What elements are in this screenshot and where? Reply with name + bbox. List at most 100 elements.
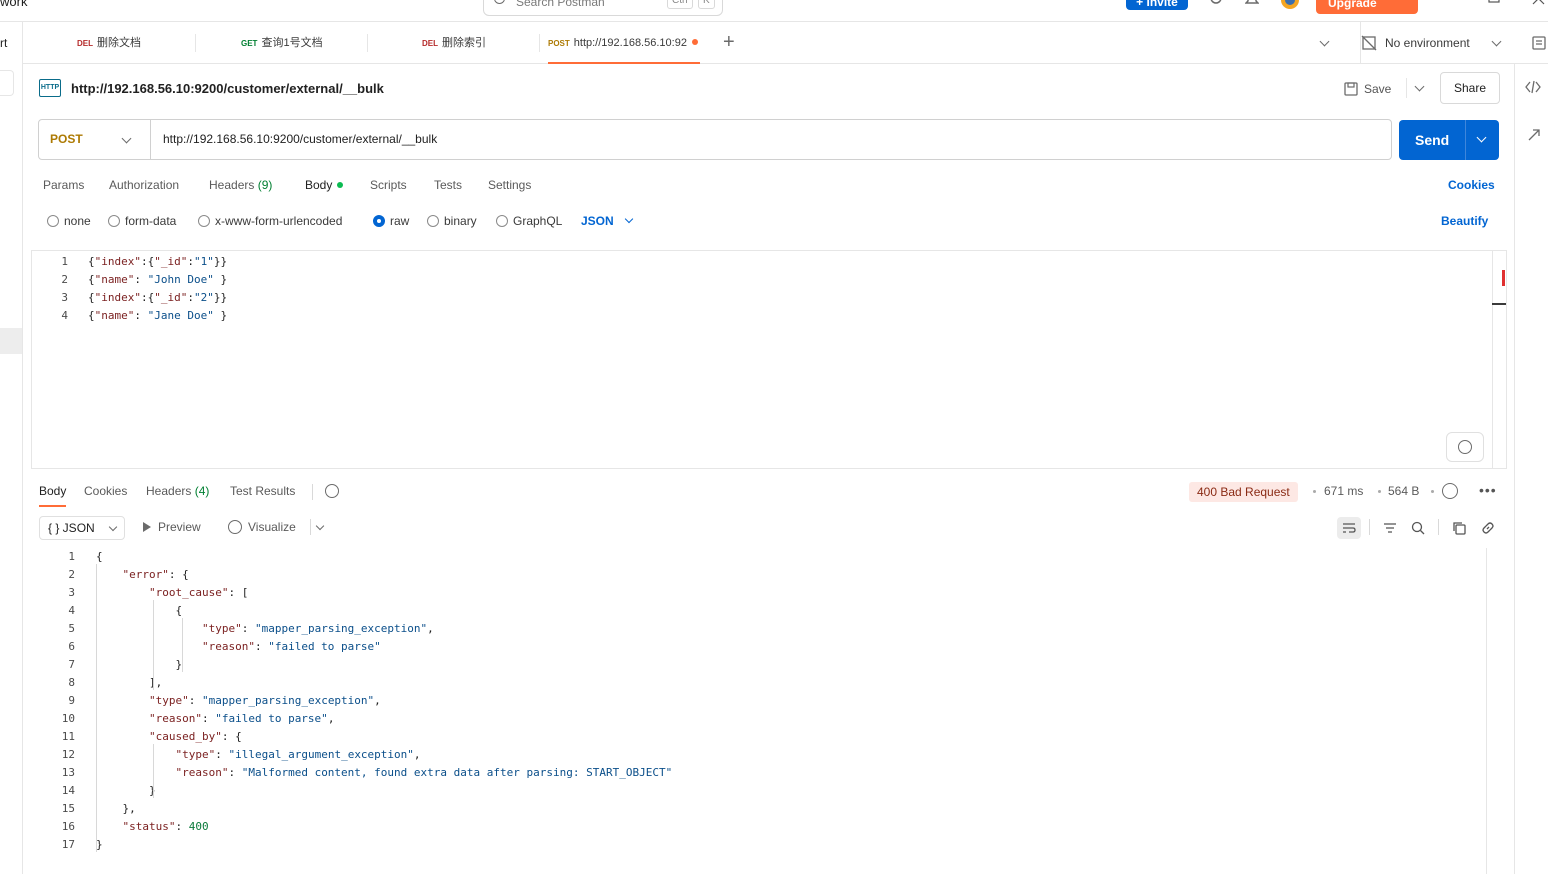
response-size[interactable]: 564 B: [1388, 484, 1419, 498]
radio-label: none: [64, 214, 91, 228]
preview-button[interactable]: Preview: [143, 520, 201, 534]
line-number: 2: [61, 273, 68, 286]
indent-guide: [153, 600, 154, 690]
url-bar: POST http://192.168.56.10:9200/customer/…: [38, 119, 1392, 160]
environment-quicklook-icon[interactable]: [1531, 35, 1547, 51]
copy-icon: [1453, 522, 1466, 535]
send-options-chevron-down-icon[interactable]: [1476, 132, 1487, 143]
sidebar-label[interactable]: rt: [0, 36, 7, 50]
body-format-label: JSON: [581, 214, 614, 228]
indent-guide: [153, 744, 154, 798]
line-number: 8: [68, 676, 75, 689]
send-button[interactable]: Send: [1399, 120, 1499, 160]
error-marker: [1502, 270, 1505, 286]
visualize-label: Visualize: [248, 520, 296, 534]
tab-delete-document[interactable]: DEL 删除文档: [77, 22, 141, 64]
tab-body-label: Body: [305, 178, 333, 192]
tab-method: POST: [548, 39, 570, 48]
sidebar-toggle[interactable]: [0, 70, 14, 96]
upgrade-button[interactable]: Upgrade: [1316, 0, 1418, 14]
radio-graphql[interactable]: GraphQL: [496, 214, 562, 228]
tab-params[interactable]: Params: [43, 178, 84, 192]
send-label: Send: [1415, 132, 1450, 148]
response-tab-headers[interactable]: Headers (4): [146, 484, 209, 498]
tab-divider: [195, 34, 196, 52]
tabs-overflow-chevron-down-icon[interactable]: [1319, 36, 1330, 47]
tab-body[interactable]: Body: [305, 178, 344, 192]
cookies-link[interactable]: Cookies: [1448, 178, 1495, 192]
radio-label: binary: [444, 214, 477, 228]
response-tab-cookies[interactable]: Cookies: [84, 484, 127, 498]
response-body-viewer[interactable]: 1{2 "error": {3 "root_cause": [4 {5 "typ…: [31, 546, 1487, 874]
status-badge[interactable]: 400 Bad Request: [1189, 482, 1298, 502]
ai-assist-button[interactable]: [1446, 432, 1484, 462]
beautify-button[interactable]: Beautify: [1441, 214, 1488, 228]
save-divider: [1406, 78, 1407, 98]
indent-guide: [96, 564, 97, 852]
related-collections-icon[interactable]: [1527, 128, 1541, 142]
sidebar-selected-item[interactable]: [0, 328, 22, 354]
history-icon[interactable]: [325, 484, 339, 498]
code-text: {"name": "John Doe" }: [88, 273, 228, 286]
separator-dot: [1431, 490, 1434, 493]
response-time[interactable]: 671 ms: [1324, 484, 1363, 498]
search-input[interactable]: Search Postman Ctrl K: [483, 0, 723, 16]
bell-icon[interactable]: [1245, 0, 1259, 6]
code-text: "reason": "failed to parse": [201, 640, 381, 653]
invite-button[interactable]: + Invite: [1126, 0, 1188, 10]
tab-post-bulk[interactable]: POST http://192.168.56.10:92: [548, 22, 700, 64]
link-button[interactable]: [1476, 517, 1500, 539]
close-icon[interactable]: [1532, 0, 1546, 6]
line-number: 14: [61, 784, 75, 797]
request-name[interactable]: http://192.168.56.10:9200/customer/exter…: [71, 81, 384, 96]
response-tab-test-results[interactable]: Test Results: [230, 484, 295, 498]
environment-selector[interactable]: No environment: [1360, 22, 1510, 64]
search-response-button[interactable]: [1406, 517, 1430, 539]
radio-urlencoded[interactable]: x-www-form-urlencoded: [198, 214, 342, 228]
workspace-name[interactable]: work: [0, 0, 27, 9]
separator-dot: [1313, 490, 1316, 493]
visualize-icon: [228, 520, 242, 534]
response-format-label: { } JSON: [48, 521, 95, 535]
copy-button[interactable]: [1447, 517, 1471, 539]
search-icon: [494, 0, 505, 4]
code-text: "reason": "Malformed content, found extr…: [175, 766, 673, 779]
globe-icon[interactable]: [1442, 483, 1458, 499]
code-icon[interactable]: [1525, 80, 1541, 94]
link-icon: [1482, 522, 1494, 534]
filter-button[interactable]: [1378, 517, 1402, 539]
tab-authorization[interactable]: Authorization: [109, 178, 179, 192]
new-tab-plus-icon[interactable]: +: [723, 32, 735, 52]
tab-headers[interactable]: Headers (9): [209, 178, 272, 192]
tab-tests[interactable]: Tests: [434, 178, 462, 192]
visualize-options-chevron-down-icon[interactable]: [315, 521, 325, 531]
url-input[interactable]: http://192.168.56.10:9200/customer/exter…: [163, 120, 437, 159]
radio-form-data[interactable]: form-data: [108, 214, 176, 228]
line-number: 11: [61, 730, 75, 743]
response-tab-body[interactable]: Body: [39, 484, 67, 507]
tab-delete-index[interactable]: DEL 删除索引: [422, 22, 486, 64]
save-button[interactable]: Save: [1344, 74, 1391, 104]
scrollbar-thumb[interactable]: [1492, 303, 1506, 305]
method-select[interactable]: POST: [39, 120, 151, 159]
wrap-lines-button[interactable]: [1337, 517, 1361, 539]
request-body-editor[interactable]: 1 {"index":{"_id":"1"}} 2 {"name": "John Do…: [31, 250, 1507, 469]
radio-binary[interactable]: binary: [427, 214, 477, 228]
radio-label: raw: [390, 214, 410, 228]
tab-settings[interactable]: Settings: [488, 178, 531, 192]
settings-icon[interactable]: [1209, 0, 1223, 6]
window-restore-icon[interactable]: [1487, 0, 1501, 6]
line-number: 15: [61, 802, 75, 815]
tab-headers-label: Headers: [209, 178, 255, 192]
response-format-select[interactable]: { } JSON: [39, 516, 125, 540]
save-options-chevron-down-icon[interactable]: [1414, 81, 1425, 92]
tab-scripts[interactable]: Scripts: [370, 178, 407, 192]
visualize-button[interactable]: Visualize: [228, 520, 296, 534]
share-button[interactable]: Share: [1440, 72, 1500, 104]
tab-query-document[interactable]: GET 查询1号文档: [241, 22, 323, 64]
more-icon[interactable]: •••: [1479, 482, 1497, 498]
radio-none[interactable]: none: [47, 214, 91, 228]
avatar[interactable]: [1280, 0, 1300, 10]
body-format-select[interactable]: JSON: [581, 214, 633, 228]
radio-raw[interactable]: raw: [373, 214, 409, 228]
